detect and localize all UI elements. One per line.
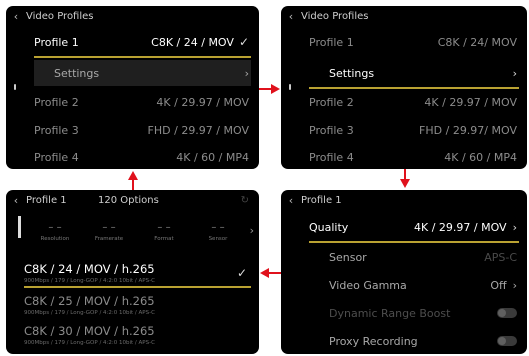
chevron-right-icon[interactable]: › <box>250 224 254 237</box>
checkmark-icon: ✓ <box>236 266 247 280</box>
chevron-right-icon: › <box>244 66 249 80</box>
option-details: 900Mbps / 179 / Long-GOP / 4:2:0 10bit /… <box>24 310 155 316</box>
header: ‹ Profile 1 120 Options ↻ <box>6 190 259 210</box>
quality-row[interactable]: Quality 4K / 29.97 / MOV › <box>281 214 527 240</box>
profile-2-row[interactable]: Profile 2 4K / 29.97 / MOV <box>6 90 259 114</box>
row-value: 4K / 29.97 / MOV <box>156 95 249 109</box>
dynamic-range-boost-row[interactable]: Dynamic Range Boost <box>281 301 527 325</box>
header-title: Profile 1 <box>26 194 67 206</box>
row-label: Quality <box>309 220 349 234</box>
options-count: 120 Options <box>98 194 159 206</box>
arrow-right-icon <box>259 84 280 94</box>
video-profiles-screen-1: ‹ Video Profiles Profile 1 C8K / 24 / MO… <box>6 6 259 169</box>
checkmark-icon: ✓ <box>238 35 249 49</box>
arrow-left-icon <box>260 268 281 278</box>
back-chevron-icon[interactable]: ‹ <box>281 10 301 23</box>
row-label: Profile 2 <box>34 95 79 109</box>
profile-options-screen: ‹ Profile 1 120 Options ↻ – – Resolution… <box>6 190 259 354</box>
reset-icon[interactable]: ↻ <box>241 195 249 206</box>
profile-2-row[interactable]: Profile 2 4K / 29.97 / MOV <box>281 90 527 114</box>
filter-value: – – <box>102 222 116 233</box>
filter-label: Framerate <box>94 236 124 242</box>
proxy-recording-row[interactable]: Proxy Recording <box>281 329 527 353</box>
settings-row[interactable]: Settings › <box>281 60 527 86</box>
header-title: Profile 1 <box>301 194 342 206</box>
row-label: Video Gamma <box>329 278 407 292</box>
header: ‹ Video Profiles <box>6 6 259 26</box>
row-label: Profile 2 <box>309 95 354 109</box>
option-item[interactable]: C8K / 25 / MOV / h.265 900Mbps / 179 / L… <box>24 294 251 316</box>
filter-label: Sensor <box>208 236 228 242</box>
selection-underline <box>309 241 519 243</box>
header-title: Video Profiles <box>301 10 369 22</box>
row-label: Settings <box>54 66 100 80</box>
back-chevron-icon[interactable]: ‹ <box>6 194 26 207</box>
option-item[interactable]: C8K / 30 / MOV / h.265 900Mbps / 179 / L… <box>24 324 251 346</box>
filter-value: – – <box>211 222 225 233</box>
row-label: Profile 3 <box>309 123 354 137</box>
option-item-selected[interactable]: C8K / 24 / MOV / h.265 900Mbps / 179 / L… <box>24 262 251 284</box>
back-chevron-icon[interactable]: ‹ <box>6 10 26 23</box>
filter-value: – – <box>48 222 62 233</box>
settings-row[interactable]: Settings › <box>6 60 259 86</box>
option-title: C8K / 25 / MOV / h.265 <box>24 294 155 308</box>
option-title: C8K / 30 / MOV / h.265 <box>24 324 155 338</box>
chevron-right-icon: › <box>512 278 517 292</box>
selection-underline <box>34 56 251 58</box>
row-label: Dynamic Range Boost <box>329 306 451 320</box>
row-value: C8K / 24 / MOV <box>151 35 234 49</box>
video-profiles-screen-2: ‹ Video Profiles Profile 1 C8K / 24/ MOV… <box>281 6 527 169</box>
row-label: Settings <box>329 66 375 80</box>
profile-settings-screen: ‹ Profile 1 Quality 4K / 29.97 / MOV › S… <box>281 190 527 354</box>
header: ‹ Profile 1 <box>281 190 527 210</box>
filter-sensor[interactable]: – – Sensor <box>193 222 243 243</box>
filter-label: Format <box>154 236 174 242</box>
filter-value: – – <box>157 222 171 233</box>
option-title: C8K / 24 / MOV / h.265 <box>24 262 155 276</box>
toggle-switch[interactable] <box>497 308 517 318</box>
row-label: Profile 3 <box>34 123 79 137</box>
row-value: C8K / 24/ MOV <box>437 35 517 49</box>
row-value: 4K / 29.97 / MOV <box>424 95 517 109</box>
scroll-indicator <box>18 216 21 238</box>
option-details: 900Mbps / 179 / Long-GOP / 4:2:0 10bit /… <box>24 340 155 346</box>
selection-underline <box>309 87 519 89</box>
row-label: Profile 1 <box>309 35 354 49</box>
filter-resolution[interactable]: – – Resolution <box>30 222 80 243</box>
video-gamma-row[interactable]: Video Gamma Off › <box>281 273 527 297</box>
arrow-up-icon <box>128 171 138 190</box>
row-value: 4K / 29.97 / MOV <box>414 220 507 234</box>
row-value: APS-C <box>484 250 517 264</box>
row-label: Sensor <box>329 250 367 264</box>
back-chevron-icon[interactable]: ‹ <box>281 194 301 207</box>
chevron-right-icon: › <box>512 66 517 80</box>
profile-1-row[interactable]: Profile 1 C8K / 24 / MOV ✓ <box>6 30 259 54</box>
profile-4-row[interactable]: Profile 4 4K / 60 / MP4 <box>6 145 259 169</box>
row-label: Proxy Recording <box>329 334 418 348</box>
header-title: Video Profiles <box>26 10 94 22</box>
profile-3-row[interactable]: Profile 3 FHD / 29.97/ MOV <box>281 118 527 142</box>
row-value: Off <box>490 278 507 292</box>
profile-4-row[interactable]: Profile 4 4K / 60 / MP4 <box>281 145 527 169</box>
chevron-right-icon: › <box>512 220 517 234</box>
filter-label: Resolution <box>40 236 70 242</box>
arrow-down-icon <box>400 169 410 188</box>
sensor-row[interactable]: Sensor APS-C <box>281 245 527 269</box>
row-value: FHD / 29.97 / MOV <box>147 123 249 137</box>
header: ‹ Video Profiles <box>281 6 527 26</box>
row-value: 4K / 60 / MP4 <box>444 150 517 164</box>
row-label: Profile 4 <box>34 150 79 164</box>
row-value: FHD / 29.97/ MOV <box>419 123 517 137</box>
row-label: Profile 1 <box>34 35 79 49</box>
option-details: 900Mbps / 179 / Long-GOP / 4:2:0 10bit /… <box>24 278 155 284</box>
selection-underline <box>24 286 251 288</box>
toggle-switch[interactable] <box>497 336 517 346</box>
profile-3-row[interactable]: Profile 3 FHD / 29.97 / MOV <box>6 118 259 142</box>
filter-format[interactable]: – – Format <box>139 222 189 243</box>
row-label: Profile 4 <box>309 150 354 164</box>
filter-framerate[interactable]: – – Framerate <box>84 222 134 243</box>
profile-1-row[interactable]: Profile 1 C8K / 24/ MOV <box>281 30 527 54</box>
row-value: 4K / 60 / MP4 <box>176 150 249 164</box>
